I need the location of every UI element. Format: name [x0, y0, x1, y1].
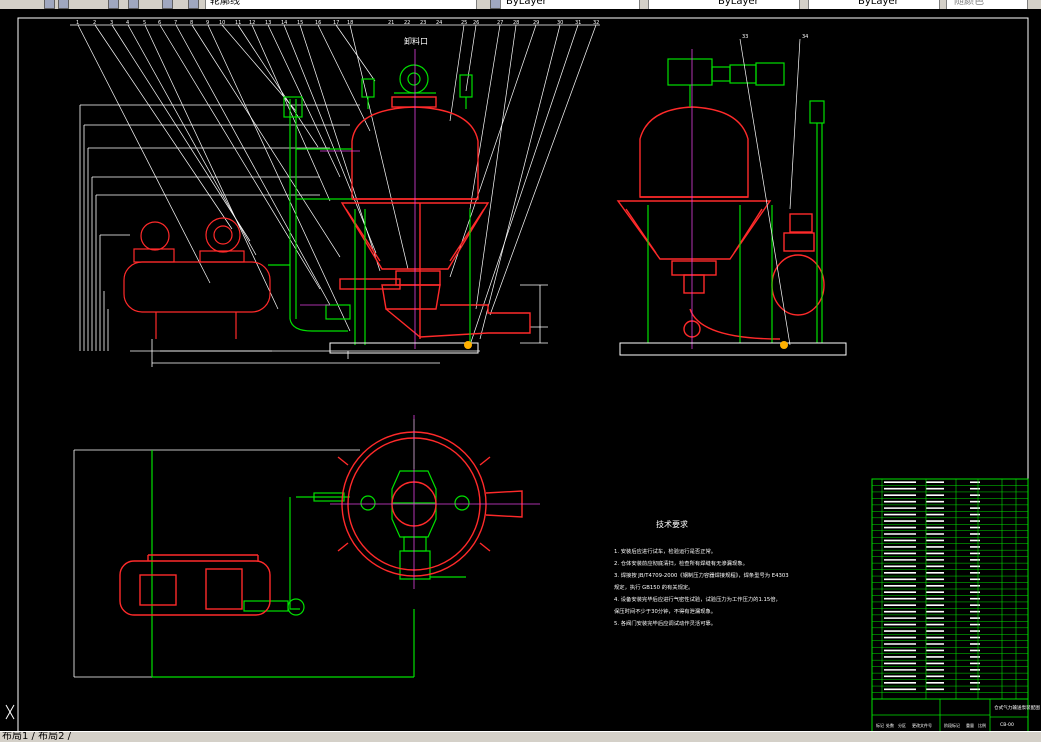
svg-text:29: 29: [533, 20, 539, 26]
title-block: 仓式气力输送泵装配图 CB-00 标记 处数 分区 更改文件号 阶段标记 重量 比例: [871, 698, 1040, 734]
svg-text:34: 34: [802, 34, 808, 40]
color-swatch-icon[interactable]: [162, 0, 173, 9]
svg-text:17: 17: [333, 20, 339, 26]
tech-note-5: 4. 设备安装完毕后应进行气密性试验，试验压力为工作压力的1.15倍，: [614, 595, 781, 603]
lineweight-value: ByLayer: [858, 0, 899, 7]
svg-text:18: 18: [347, 20, 353, 26]
svg-text:22: 22: [404, 20, 410, 26]
svg-text:6: 6: [158, 20, 161, 26]
cad-drawing[interactable]: 1234 5678 9 10 11 12 13 14 15 16 17 18 21 22 23 24…: [0, 9, 1041, 734]
svg-text:标记: 标记: [876, 722, 884, 728]
title-block-code: CB-00: [1000, 722, 1014, 728]
title-block-name: 仓式气力输送泵装配图: [994, 704, 1040, 711]
svg-text:27: 27: [497, 20, 503, 26]
svg-text:2: 2: [93, 20, 96, 26]
tech-note-7: 5. 各阀门安装完毕后应调试动作灵活可靠。: [614, 619, 716, 627]
ucs-icon: [5, 704, 15, 720]
front-view: 1234 5678 9 10 11 12 13 14 15 16 17 18 21 22 23 24…: [70, 20, 600, 367]
tech-title: 技术要求: [656, 519, 688, 529]
top-view: [73, 415, 540, 678]
lock-icon[interactable]: [128, 0, 139, 9]
svg-text:比例: 比例: [978, 722, 986, 728]
svg-text:13: 13: [265, 20, 271, 26]
linetype-value: ByLayer: [718, 0, 759, 7]
svg-text:分区: 分区: [898, 722, 906, 728]
tab-layout1[interactable]: 布局1: [2, 732, 28, 742]
svg-text:23: 23: [420, 20, 426, 26]
svg-text:15: 15: [297, 20, 303, 26]
layer-icon[interactable]: [44, 0, 55, 9]
svg-text:31: 31: [575, 20, 581, 26]
parts-list: [871, 478, 1029, 700]
svg-text:1: 1: [76, 20, 79, 26]
svg-text:5: 5: [143, 20, 146, 26]
svg-text:更改文件号: 更改文件号: [912, 722, 932, 728]
drawing-canvas[interactable]: 1234 5678 9 10 11 12 13 14 15 16 17 18 21 22 23 24…: [0, 9, 1041, 734]
tab-layout2[interactable]: 布局2: [38, 732, 64, 742]
svg-text:处数: 处数: [886, 722, 894, 728]
color-value: ByLayer: [506, 0, 547, 7]
sun-icon[interactable]: [108, 0, 119, 9]
status-bar: 布局1 / 布局2 /: [0, 731, 1041, 742]
svg-text:24: 24: [436, 20, 442, 26]
svg-text:30: 30: [557, 20, 563, 26]
tech-note-1: 1. 安装后应进行试车，检验运行是否正常。: [614, 547, 716, 555]
svg-text:14: 14: [281, 20, 287, 26]
svg-text:12: 12: [249, 20, 255, 26]
svg-text:28: 28: [513, 20, 519, 26]
tech-requirements: 技术要求 1. 安装后应进行试车，检验运行是否正常。 2. 仓体安装前应彻底清扫…: [614, 519, 789, 627]
svg-text:10: 10: [219, 20, 225, 26]
tech-note-3: 3. 焊接按 JB/T4709-2000《钢制压力容器焊接规程》，焊条型号为 E…: [614, 571, 789, 579]
svg-text:16: 16: [315, 20, 321, 26]
svg-text:32: 32: [593, 20, 599, 26]
svg-text:8: 8: [190, 20, 193, 26]
svg-text:阶段标记: 阶段标记: [944, 722, 960, 728]
discharge-label: 卸料口: [404, 36, 428, 46]
layer-name: 轮廓线: [210, 0, 240, 7]
svg-text:21: 21: [388, 20, 394, 26]
svg-text:4: 4: [126, 20, 129, 26]
svg-text:33: 33: [742, 34, 748, 40]
tech-note-4: 规定，执行 GB150 的有关规定。: [614, 583, 693, 591]
tech-note-2: 2. 仓体安装前应彻底清扫，检查所有焊缝有无渗漏现象。: [614, 559, 748, 567]
layer-props-icon[interactable]: [188, 0, 199, 9]
side-view: 33 34: [616, 34, 847, 356]
svg-text:9: 9: [206, 20, 209, 26]
svg-text:7: 7: [174, 20, 177, 26]
svg-text:25: 25: [461, 20, 467, 26]
tech-note-6: 保压时间不少于30分钟，不得有泄漏现象。: [614, 607, 716, 615]
svg-text:11: 11: [235, 20, 241, 26]
layer-state-icon[interactable]: [58, 0, 69, 9]
svg-text:重量: 重量: [966, 722, 974, 728]
plotstyle-value: 随颜色: [954, 0, 984, 7]
svg-text:26: 26: [473, 20, 479, 26]
svg-text:3: 3: [110, 20, 113, 26]
